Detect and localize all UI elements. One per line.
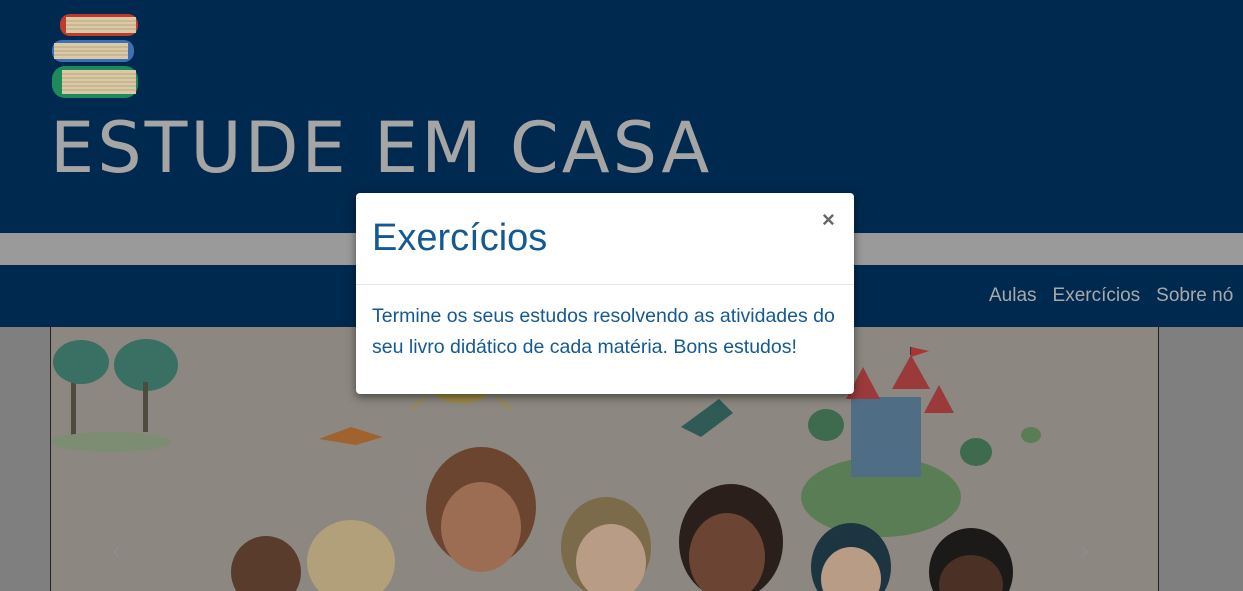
modal-body-text: Termine os seus estudos resolvendo as at… — [372, 305, 835, 358]
modal-header: Exercícios × — [356, 193, 854, 285]
close-icon[interactable]: × — [822, 207, 835, 233]
chevron-right-icon[interactable]: › — [1080, 535, 1089, 566]
chevron-left-icon[interactable]: ‹ — [112, 535, 121, 566]
nav-item-sobre-nos[interactable]: Sobre nó — [1156, 285, 1233, 307]
site-title: ESTUDE EM CASA — [50, 107, 713, 189]
nav-links: Aulas Exercícios Sobre nó — [989, 265, 1243, 327]
nav-item-exercicios[interactable]: Exercícios — [1053, 285, 1141, 307]
page: ESTUDE EM CASA Aulas Exercícios Sobre nó — [0, 0, 1243, 591]
books-stack-icon[interactable] — [50, 12, 142, 100]
exercicios-modal: Exercícios × Termine os seus estudos res… — [356, 193, 854, 394]
nav-item-aulas[interactable]: Aulas — [989, 285, 1037, 307]
modal-title: Exercícios — [372, 217, 548, 259]
